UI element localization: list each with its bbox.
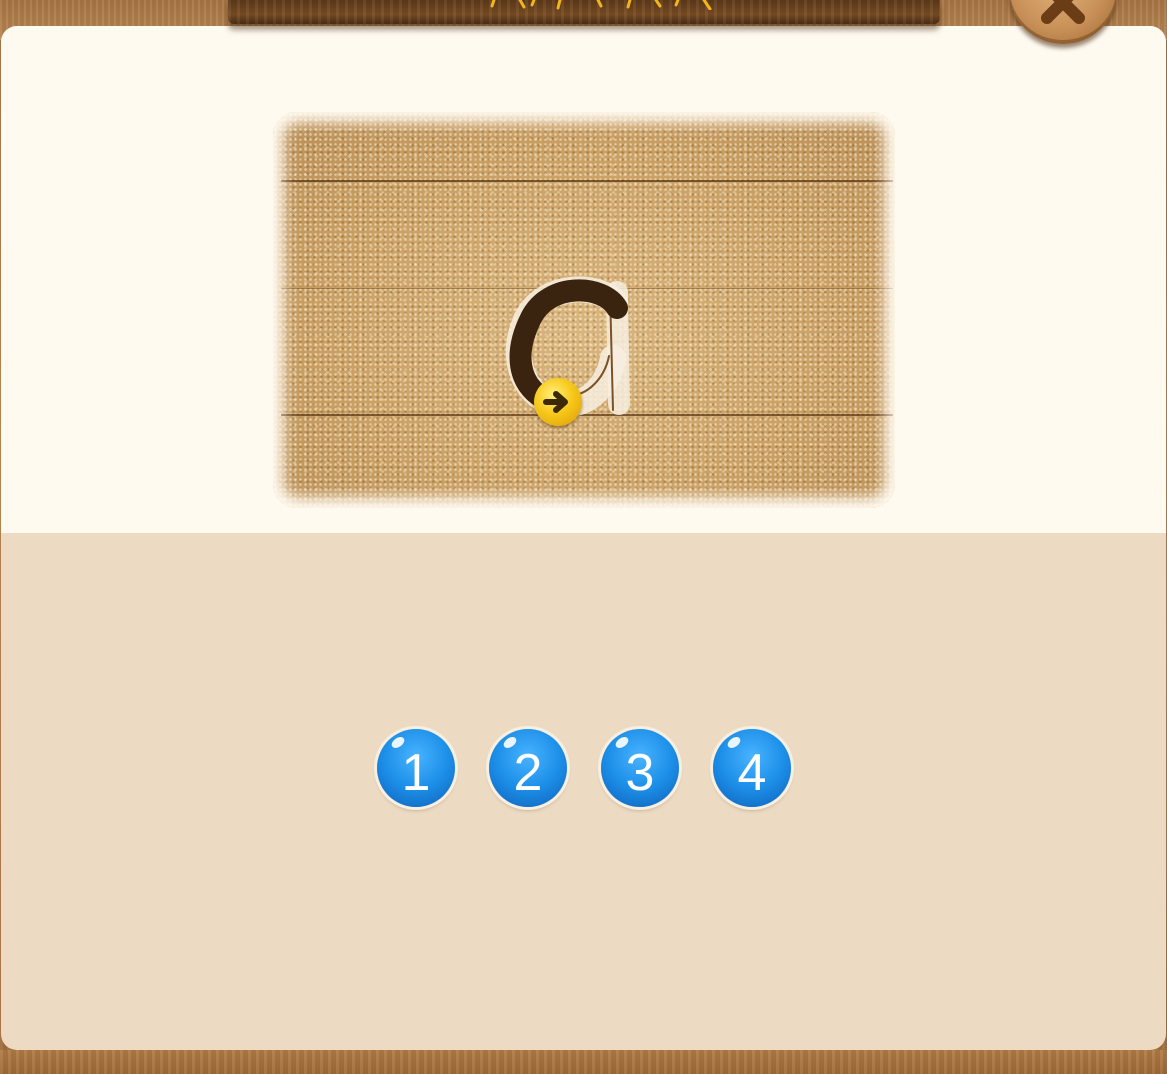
trace-start-handle[interactable] — [534, 378, 582, 426]
level-label: 3 — [625, 744, 655, 802]
level-button-4[interactable]: 4 — [713, 729, 791, 807]
letter-trace — [505, 276, 630, 418]
wood-bottom-frame — [0, 1050, 1167, 1074]
level-button-1[interactable]: 1 — [377, 729, 455, 807]
level-label: 4 — [737, 744, 767, 802]
sand-tracing-board[interactable] — [273, 112, 895, 508]
tracing-area — [1, 26, 1166, 533]
level-label: 1 — [401, 744, 431, 802]
main-panel: 1 2 3 4 — [1, 26, 1166, 1050]
arrow-right-icon — [543, 391, 568, 413]
close-icon — [1041, 0, 1085, 24]
level-button-2[interactable]: 2 — [489, 729, 567, 807]
level-label: 2 — [513, 744, 543, 802]
title-decoration — [490, 0, 712, 10]
level-button-3[interactable]: 3 — [601, 729, 679, 807]
level-selector: 1 2 3 4 — [377, 729, 793, 809]
